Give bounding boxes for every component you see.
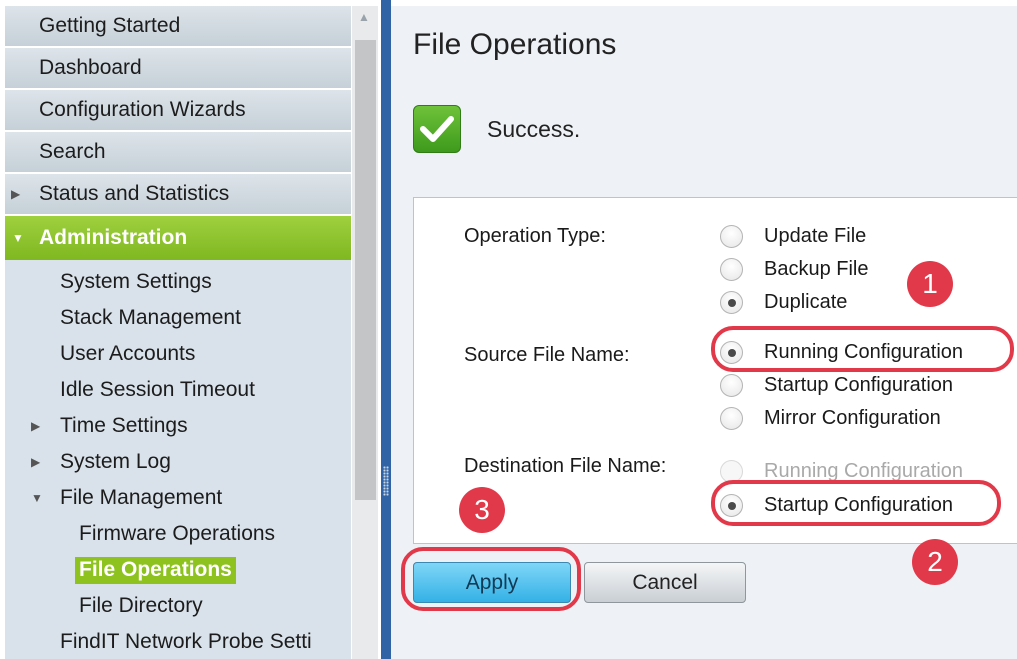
pane-splitter[interactable]	[381, 0, 391, 659]
option-label: Mirror Configuration	[764, 406, 941, 429]
nav-label: Administration	[39, 226, 188, 249]
option-label: Startup Configuration	[764, 373, 954, 396]
nav-label: Stack Management	[60, 306, 241, 329]
radio-button[interactable]	[720, 257, 743, 281]
radio-button-selected[interactable]	[720, 290, 743, 314]
drag-handle-icon[interactable]	[383, 466, 389, 496]
radio-button[interactable]	[720, 373, 743, 397]
operation-type-label: Operation Type:	[464, 225, 606, 247]
option-label: Update File	[764, 224, 867, 247]
option-label: Startup Configuration	[764, 493, 954, 516]
nav-stack-management[interactable]: Stack Management	[5, 300, 351, 336]
administration-submenu: System Settings Stack Management User Ac…	[5, 260, 351, 659]
nav-label: Status and Statistics	[39, 182, 230, 205]
destination-file-name-label: Destination File Name:	[464, 455, 667, 477]
nav-label: Dashboard	[39, 56, 142, 79]
nav-label: Getting Started	[39, 14, 181, 37]
file-operations-form: Operation Type: Update File Backup File …	[413, 197, 1017, 544]
caret-right-icon: ▶	[31, 455, 41, 469]
radio-source-mirror-configuration[interactable]: Mirror Configuration	[720, 403, 941, 433]
nav-label: Search	[39, 140, 106, 163]
nav-label: User Accounts	[60, 342, 196, 365]
nav-system-settings[interactable]: System Settings	[5, 264, 351, 300]
radio-destination-startup-configuration[interactable]: Startup Configuration	[720, 490, 953, 520]
radio-update-file[interactable]: Update File	[720, 221, 866, 251]
page-title: File Operations	[413, 28, 617, 61]
radio-duplicate[interactable]: Duplicate	[720, 287, 847, 317]
navigation-sidebar: Getting Started Dashboard Configuration …	[0, 0, 383, 659]
step-badge-2: 2	[912, 539, 958, 585]
nav-label: Firmware Operations	[79, 522, 276, 545]
nav-getting-started[interactable]: Getting Started	[5, 6, 351, 48]
step-badge-1: 1	[907, 261, 953, 307]
caret-down-icon: ▼	[31, 491, 43, 505]
success-message: Success.	[487, 115, 581, 142]
nav-label: Time Settings	[60, 414, 188, 437]
apply-button[interactable]: Apply	[413, 562, 571, 603]
nav-configuration-wizards[interactable]: Configuration Wizards	[5, 90, 351, 132]
source-file-name-label: Source File Name:	[464, 344, 630, 366]
nav-administration[interactable]: ▼ Administration	[5, 216, 351, 260]
nav-label-selected: File Operations	[75, 556, 236, 584]
nav-label: System Log	[60, 450, 171, 473]
step-badge-3: 3	[459, 487, 505, 533]
checkmark-glyph	[420, 116, 454, 142]
nav-label: Idle Session Timeout	[60, 378, 255, 401]
option-label: Running Configuration	[764, 459, 964, 482]
nav-time-settings[interactable]: ▶ Time Settings	[5, 408, 351, 444]
nav-status-and-statistics[interactable]: ▶ Status and Statistics	[5, 174, 351, 216]
nav-search[interactable]: Search	[5, 132, 351, 174]
nav-findit-network-probe[interactable]: FindIT Network Probe Setti	[5, 624, 351, 659]
nav-file-management[interactable]: ▼ File Management	[5, 480, 351, 516]
option-label: Running Configuration	[764, 340, 964, 363]
cancel-button[interactable]: Cancel	[584, 562, 746, 603]
nav-label: Configuration Wizards	[39, 98, 246, 121]
nav-user-accounts[interactable]: User Accounts	[5, 336, 351, 372]
scrollbar-thumb[interactable]	[355, 40, 376, 500]
nav-label: File Directory	[79, 594, 203, 617]
radio-button-selected[interactable]	[720, 340, 743, 364]
checkmark-icon	[413, 105, 461, 153]
radio-button[interactable]	[720, 406, 743, 430]
nav-label: FindIT Network Probe Setti	[60, 630, 312, 653]
radio-source-running-configuration[interactable]: Running Configuration	[720, 337, 963, 367]
nav-system-log[interactable]: ▶ System Log	[5, 444, 351, 480]
nav-file-directory[interactable]: File Directory	[5, 588, 351, 624]
caret-right-icon: ▶	[31, 419, 41, 433]
radio-button[interactable]	[720, 224, 743, 248]
nav-tree: Getting Started Dashboard Configuration …	[5, 6, 351, 659]
sidebar-scrollbar[interactable]: ▲	[352, 6, 378, 659]
success-banner: Success.	[413, 105, 580, 153]
radio-button-selected[interactable]	[720, 493, 743, 517]
radio-button-disabled	[720, 459, 743, 483]
nav-dashboard[interactable]: Dashboard	[5, 48, 351, 90]
nav-idle-session-timeout[interactable]: Idle Session Timeout	[5, 372, 351, 408]
radio-destination-running-configuration: Running Configuration	[720, 456, 963, 486]
nav-file-operations[interactable]: File Operations	[5, 552, 351, 588]
radio-backup-file[interactable]: Backup File	[720, 254, 869, 284]
nav-label: System Settings	[60, 270, 212, 293]
option-label: Duplicate	[764, 290, 848, 313]
nav-label: File Management	[60, 486, 223, 509]
radio-source-startup-configuration[interactable]: Startup Configuration	[720, 370, 953, 400]
caret-right-icon: ▶	[11, 187, 21, 201]
option-label: Backup File	[764, 257, 869, 280]
caret-down-icon: ▼	[12, 231, 24, 245]
scroll-up-icon[interactable]: ▲	[358, 10, 370, 24]
nav-firmware-operations[interactable]: Firmware Operations	[5, 516, 351, 552]
